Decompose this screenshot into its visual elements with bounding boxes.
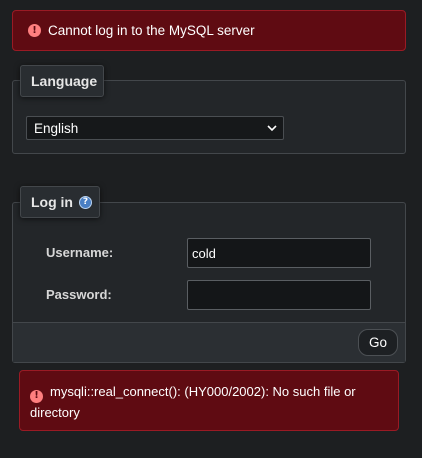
go-button-label: Go bbox=[368, 335, 387, 350]
connection-error-banner: ! mysqli::real_connect(): (HY000/2002): N… bbox=[19, 370, 399, 431]
login-legend: Log in ? bbox=[20, 186, 100, 218]
login-footer bbox=[13, 322, 405, 362]
language-select[interactable]: English bbox=[26, 116, 284, 140]
password-label: Password: bbox=[46, 287, 112, 302]
login-error-text: Cannot log in to the MySQL server bbox=[48, 23, 255, 38]
language-legend-label: Language bbox=[31, 73, 98, 89]
language-legend: Language bbox=[20, 65, 104, 97]
error-icon: ! bbox=[28, 24, 41, 37]
login-legend-label: Log in bbox=[31, 194, 73, 210]
password-field[interactable] bbox=[187, 280, 371, 310]
username-field[interactable]: cold bbox=[187, 238, 371, 268]
connection-error-text: mysqli::real_connect(): (HY000/2002): No… bbox=[30, 384, 356, 420]
go-button[interactable]: Go bbox=[358, 329, 398, 356]
login-error-banner: ! Cannot log in to the MySQL server bbox=[12, 10, 406, 51]
error-icon: ! bbox=[30, 389, 43, 403]
username-value: cold bbox=[192, 245, 216, 261]
language-selected-value: English bbox=[34, 120, 79, 136]
help-icon[interactable]: ? bbox=[79, 195, 92, 209]
username-label: Username: bbox=[46, 245, 114, 260]
chevron-down-icon bbox=[267, 125, 277, 132]
